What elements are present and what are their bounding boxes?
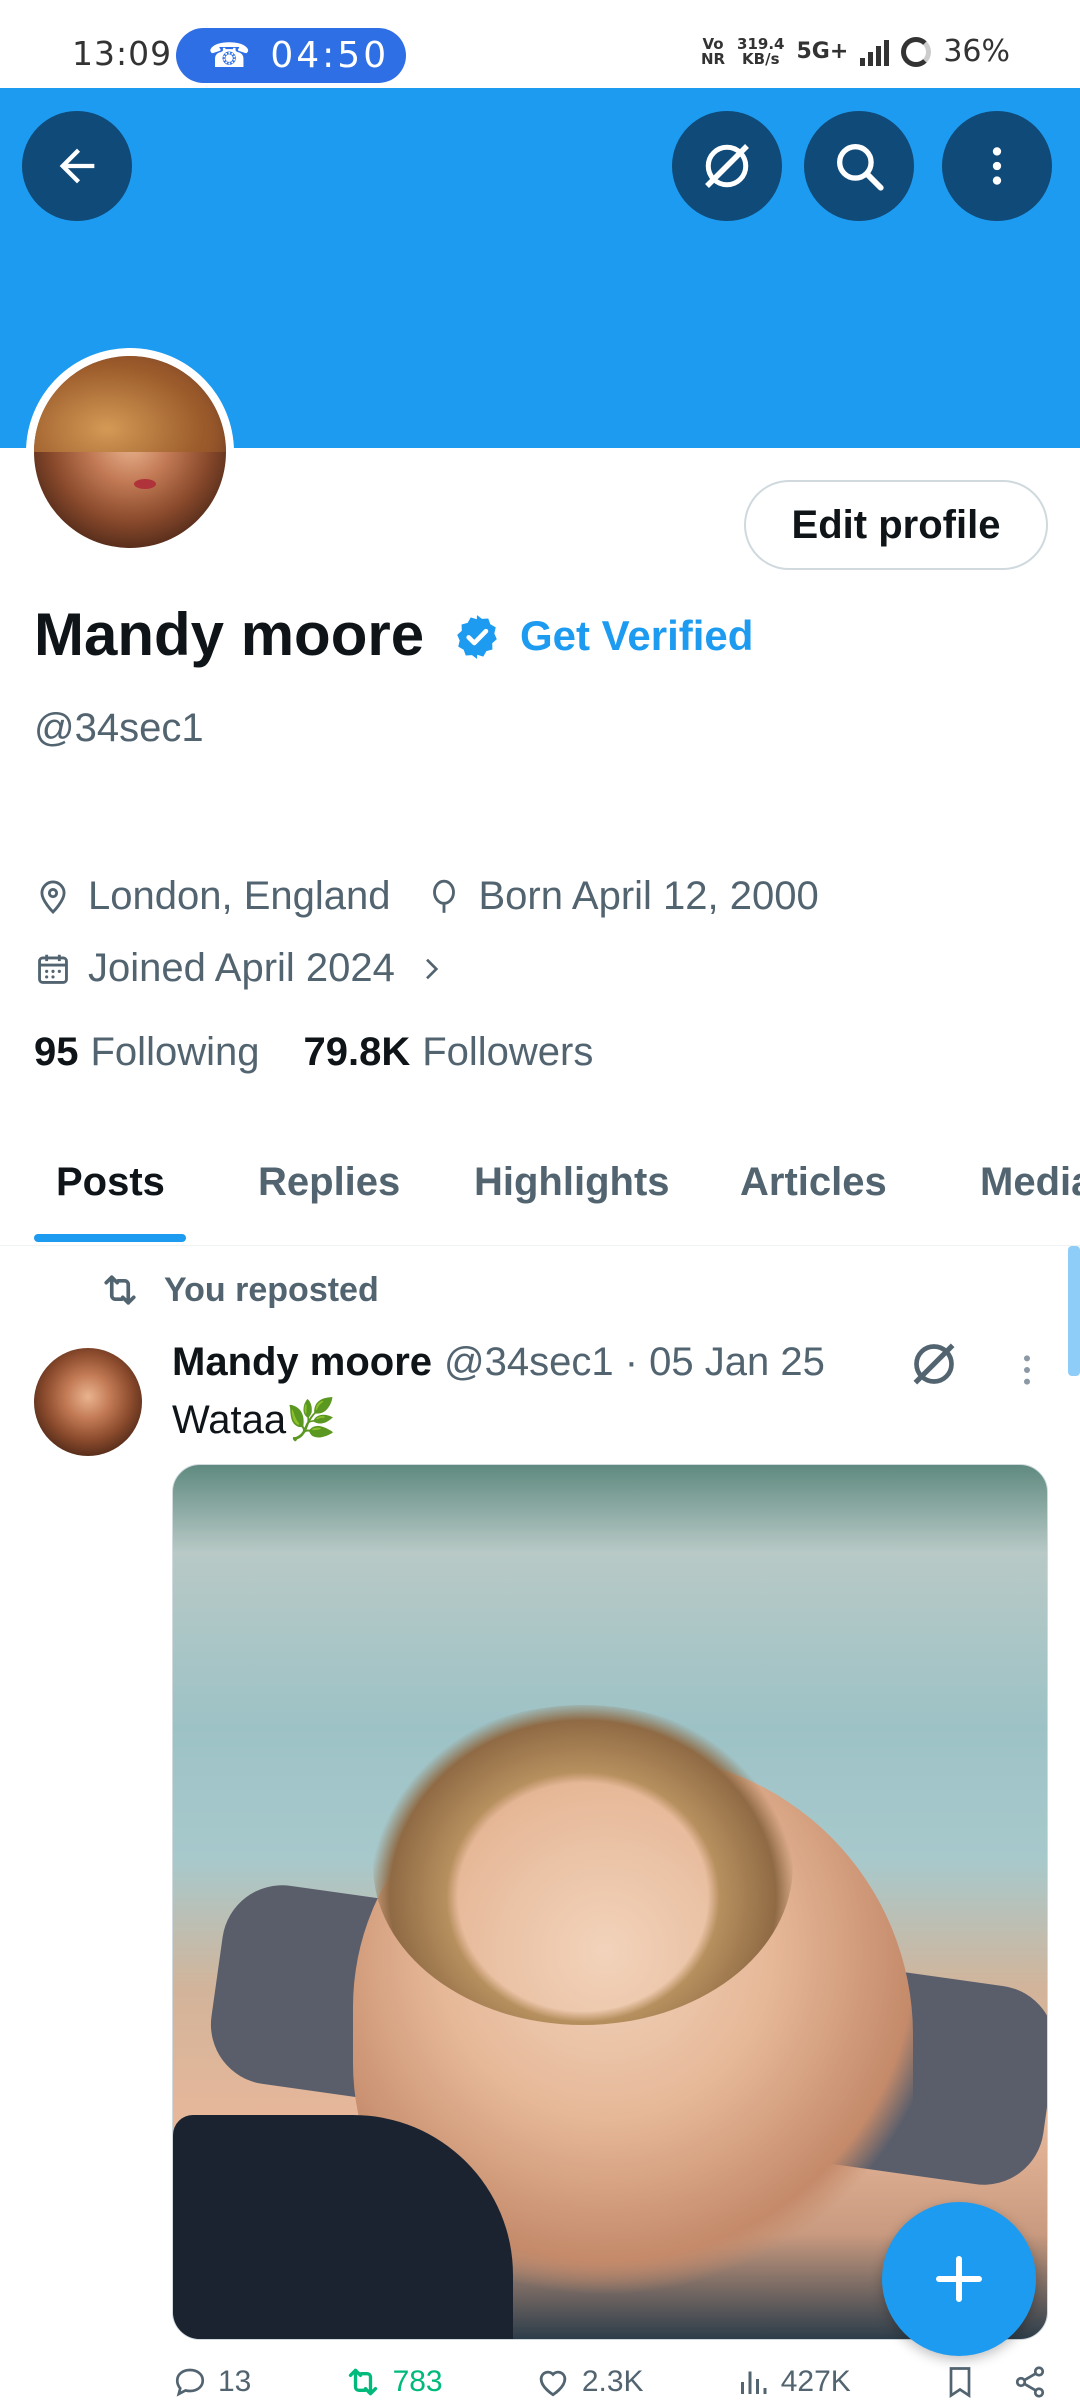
birthday-icon [432,879,455,913]
back-arrow-icon [59,148,95,184]
follow-stats: 95 Following 79.8K Followers [34,1030,593,1075]
battery-percent: 36% [943,34,1010,69]
repost-label: You reposted [164,1270,379,1309]
phone-icon: ☎ [208,36,251,75]
active-tab-indicator [34,1234,186,1242]
verified-badge-icon[interactable] [452,612,502,662]
chevron-right-icon [425,958,439,979]
profile-name: Mandy moore [34,601,425,668]
views-icon [740,2371,767,2394]
more-vertical-icon [992,147,1002,185]
status-indicators: Vo NR 319.4 KB/s 5G+ 36% [701,34,1010,69]
ongoing-call-pill[interactable]: ☎ 04:50 [176,28,406,83]
profile-joined: Joined April 2024 [88,946,395,990]
tab-replies[interactable]: Replies [258,1160,400,1205]
post-header: Mandy moore @34sec1 · 05 Jan 25 [172,1340,825,1385]
scrollbar[interactable] [1068,1246,1080,1376]
following-link[interactable]: 95 Following [34,1030,259,1075]
post-actions: 13 783 2.3K 427K [172,2362,1048,2400]
repost-icon [104,1275,136,1305]
avatar-image [34,356,226,548]
post-meta: @34sec1 · 05 Jan 25 [444,1340,825,1384]
network-type: 5G+ [796,39,849,64]
calendar-icon [38,954,68,984]
post-text: Wataa🌿 [172,1398,336,1442]
battery-ring-icon [901,36,932,67]
profile-meta-row: London, England Born April 12, 2000 [34,874,819,919]
call-timer: 04:50 [270,35,390,76]
repost-count: 783 [392,2365,443,2398]
profile-handle: @34sec1 [34,706,204,750]
repost-indicator: You reposted [98,1268,379,1312]
profile-joined-row[interactable]: Joined April 2024 [34,946,447,991]
reply-button[interactable]: 13 [172,2362,251,2400]
grok-icon[interactable] [906,1336,962,1392]
post-more-icon[interactable] [1012,1350,1042,1390]
edit-profile-button[interactable]: Edit profile [744,480,1048,570]
profile-avatar[interactable] [26,348,234,556]
grok-icon [705,144,749,188]
like-button[interactable]: 2.3K [534,2362,644,2400]
bookmark-share-group [942,2362,1048,2400]
share-icon[interactable] [1012,2364,1048,2400]
tab-posts[interactable]: Posts [56,1160,165,1205]
grok-button[interactable] [672,111,782,221]
repost-button[interactable]: 783 [343,2362,443,2400]
post-media-image[interactable] [172,1464,1048,2340]
followers-link[interactable]: 79.8K Followers [303,1030,593,1075]
plus-icon [936,2256,982,2302]
bookmark-icon[interactable] [942,2364,978,2400]
search-button[interactable] [804,111,914,221]
network-speed: 319.4 KB/s [737,34,785,68]
views-count: 427K [780,2365,851,2398]
tab-media[interactable]: Media [980,1160,1080,1205]
post-author-avatar[interactable] [34,1348,142,1456]
more-options-button[interactable] [942,111,1052,221]
volte-indicator: Vo NR [700,34,726,68]
back-button[interactable] [22,111,132,221]
compose-post-button[interactable] [882,2202,1036,2356]
profile-tabs: Posts Replies Highlights Articles Media [0,1132,1080,1246]
heart-icon [539,2370,567,2397]
status-bar: 13:09 ☎ 04:50 Vo NR 319.4 KB/s 5G+ 36% [0,0,1080,88]
profile-location: London, England [88,874,391,918]
search-icon [837,144,884,191]
like-count: 2.3K [581,2365,644,2398]
post-author-name[interactable]: Mandy moore [172,1340,432,1384]
reply-icon [175,2368,205,2397]
signal-icon [860,38,890,66]
tab-highlights[interactable]: Highlights [474,1160,670,1205]
repost-active-icon [348,2368,377,2396]
reply-count: 13 [218,2365,252,2398]
profile-birthday: Born April 12, 2000 [478,874,819,918]
status-time: 13:09 [72,34,173,73]
views-button[interactable]: 427K [735,2362,851,2400]
get-verified-link[interactable]: Get Verified [520,612,753,660]
location-icon [40,880,66,914]
tab-articles[interactable]: Articles [740,1160,887,1205]
